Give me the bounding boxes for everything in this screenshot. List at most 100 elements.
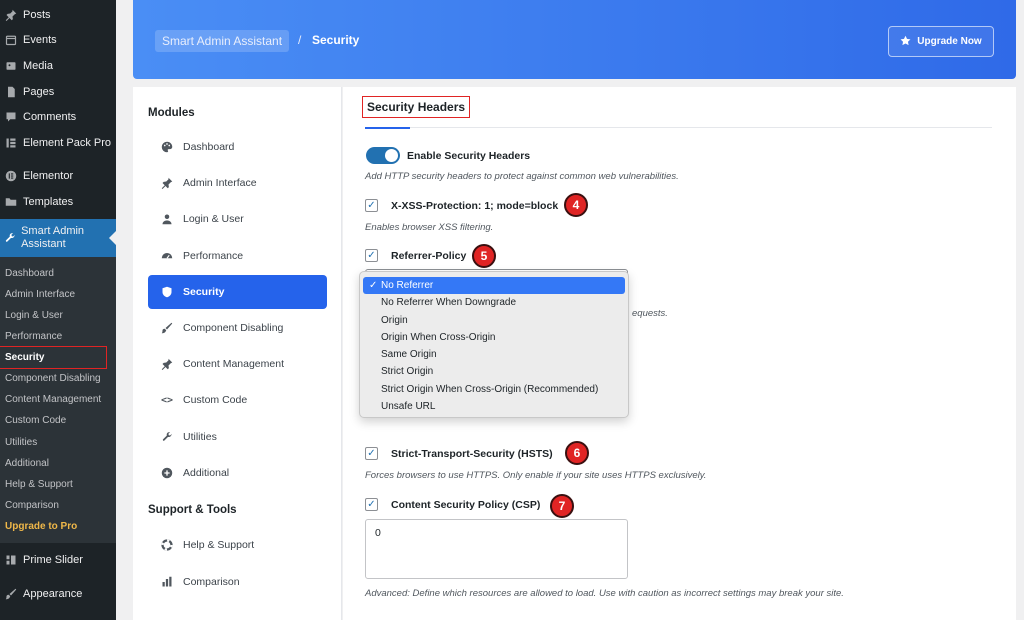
nav-item-label: Component Disabling [183, 322, 284, 334]
annotation-badge-7: 7 [550, 494, 574, 518]
annotation-badge-6: 6 [565, 441, 589, 465]
nav-item-custom-code[interactable]: <> Custom Code [148, 383, 327, 417]
nav-item-help-support[interactable]: Help & Support [148, 528, 327, 562]
nav-item-admin-interface[interactable]: Admin Interface [148, 166, 327, 200]
annotation-badge-4: 4 [564, 193, 588, 217]
nav-item-comparison[interactable]: Comparison [148, 565, 327, 599]
xss-protection-label: X-XSS-Protection: 1; mode=block [391, 200, 559, 212]
pin-icon [4, 8, 18, 22]
nav-item-additional[interactable]: Additional [148, 456, 327, 490]
wp-submenu-help-support[interactable]: Help & Support [0, 474, 116, 495]
wp-submenu-upgrade-to-pro[interactable]: Upgrade to Pro [0, 516, 116, 537]
wp-submenu-login-user[interactable]: Login & User [0, 305, 116, 326]
nav-item-label: Content Management [183, 358, 284, 371]
nav-item-label: Help & Support [183, 539, 255, 551]
nav-item-label: Admin Interface [183, 177, 257, 190]
hsts-checkbox[interactable]: ✓ [365, 447, 378, 460]
upgrade-now-label: Upgrade Now [917, 36, 982, 47]
wp-menu-label: Prime Slider [23, 553, 83, 566]
referrer-policy-checkbox[interactable]: ✓ [365, 249, 378, 262]
star-icon [900, 35, 911, 49]
checkmark-icon: ✓ [367, 498, 376, 510]
referrer-option[interactable]: No Referrer When Downgrade [363, 294, 625, 311]
title-divider [365, 127, 992, 128]
referrer-policy-label: Referrer-Policy [391, 250, 467, 262]
gauge-icon [160, 249, 174, 263]
brush-icon [4, 587, 18, 601]
wp-menu-comments[interactable]: Comments [0, 104, 116, 130]
wp-menu-templates[interactable]: Templates [0, 189, 116, 215]
modules-nav: Modules Dashboard Admin Interface Login & … [133, 87, 342, 620]
nav-item-content-management[interactable]: Content Management [148, 347, 327, 381]
referrer-option[interactable]: Strict Origin When Cross-Origin (Recomme… [363, 381, 625, 398]
nav-item-label: Additional [183, 466, 230, 479]
nav-item-label: Performance [183, 249, 244, 262]
wp-menu-element-pack-pro[interactable]: Element Pack Pro [0, 130, 116, 156]
referrer-policy-desc-tail: equests. [632, 308, 668, 319]
referrer-option[interactable]: Unsafe URL [363, 398, 625, 415]
bar-chart-icon [160, 575, 174, 589]
wp-menu-smart-admin-assistant[interactable]: Smart Admin Assistant [0, 218, 116, 257]
media-icon [4, 59, 18, 73]
wp-submenu-dashboard[interactable]: Dashboard [0, 263, 116, 284]
nav-item-login-user[interactable]: Login & User [148, 202, 327, 236]
csp-label: Content Security Policy (CSP) [391, 499, 541, 511]
wp-submenu-custom-code[interactable]: Custom Code [0, 410, 116, 431]
nav-item-utilities[interactable]: Utilities [148, 420, 327, 454]
brush-icon [160, 321, 174, 335]
wp-menu-prime-slider[interactable]: Prime Slider [0, 543, 116, 577]
wp-menu-label: Templates [23, 195, 74, 208]
wp-menu-pages[interactable]: Pages [0, 79, 116, 105]
wp-submenu-additional[interactable]: Additional [0, 453, 116, 474]
breadcrumb-root[interactable]: Smart Admin Assistant [155, 30, 290, 52]
nav-item-label: Utilities [183, 430, 217, 443]
breadcrumb-current: Security [312, 33, 360, 47]
breadcrumb-separator: / [298, 33, 302, 47]
pin-icon [160, 357, 174, 371]
wp-menu-media[interactable]: Media [0, 53, 116, 79]
wrench-icon [4, 231, 16, 245]
wp-submenu-performance[interactable]: Performance [0, 326, 116, 347]
wp-submenu-content-management[interactable]: Content Management [0, 389, 116, 410]
wp-submenu-utilities[interactable]: Utilities [0, 432, 116, 453]
xss-protection-checkbox[interactable]: ✓ [365, 199, 378, 212]
nav-item-label: Login & User [183, 213, 244, 226]
nav-item-label: Dashboard [183, 141, 235, 153]
wp-menu-label: Events [23, 34, 57, 47]
referrer-option[interactable]: Strict Origin [363, 363, 625, 380]
user-icon [160, 212, 174, 226]
wrench-icon [160, 430, 174, 444]
enable-security-headers-label: Enable Security Headers [407, 150, 531, 162]
wp-menu-appearance[interactable]: Appearance [0, 577, 116, 611]
wp-submenu: Dashboard Admin Interface Login & User Perf… [0, 256, 116, 543]
enable-security-headers-toggle[interactable] [366, 147, 400, 164]
wp-menu-elementor[interactable]: Elementor [0, 164, 116, 190]
support-tools-heading: Support & Tools [148, 504, 237, 516]
nav-item-component-disabling[interactable]: Component Disabling [148, 311, 327, 345]
nav-item-dashboard[interactable]: Dashboard [148, 130, 327, 164]
upgrade-now-button[interactable]: Upgrade Now [888, 26, 994, 57]
wp-menu-label: Pages [23, 85, 55, 98]
wp-submenu-component-disabling[interactable]: Component Disabling [0, 368, 116, 389]
referrer-option[interactable]: Same Origin [363, 346, 625, 363]
wp-submenu-security[interactable]: Security [0, 346, 107, 370]
calendar-icon [4, 33, 18, 47]
annotation-badge-5: 5 [472, 244, 496, 268]
plugin-header: Smart Admin Assistant / Security Upgrade… [133, 0, 1016, 79]
section-title: Security Headers [362, 96, 471, 118]
referrer-option[interactable]: No Referrer [363, 277, 625, 295]
csp-textarea[interactable]: 0 [365, 519, 628, 579]
wp-submenu-admin-interface[interactable]: Admin Interface [0, 284, 116, 305]
wp-submenu-comparison[interactable]: Comparison [0, 495, 116, 516]
hsts-desc: Forces browsers to use HTTPS. Only enabl… [365, 470, 707, 481]
nav-item-label: Security [183, 285, 225, 298]
wp-menu-events[interactable]: Events [0, 28, 116, 54]
wp-menu-posts[interactable]: Posts [0, 2, 116, 28]
csp-checkbox[interactable]: ✓ [365, 498, 378, 511]
nav-item-performance[interactable]: Performance [148, 239, 327, 273]
referrer-option[interactable]: Origin [363, 312, 625, 329]
slider-icon [4, 553, 18, 567]
nav-item-security[interactable]: Security [148, 274, 327, 309]
wp-menu-label: Comments [23, 111, 77, 124]
referrer-option[interactable]: Origin When Cross-Origin [363, 329, 625, 346]
